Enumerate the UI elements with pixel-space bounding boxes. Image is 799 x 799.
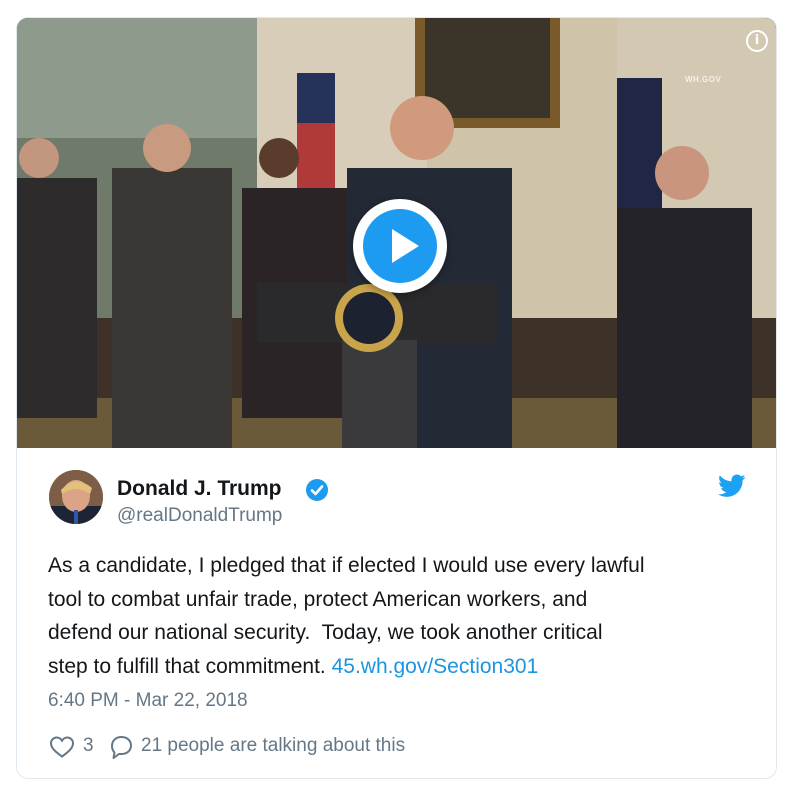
video-thumbnail[interactable]: WH.GOV i	[17, 18, 776, 448]
embedded-tweet-card[interactable]: WH.GOV i Donald J. Trump @realDonaldTrum…	[16, 17, 777, 779]
twitter-bird-icon[interactable]	[718, 474, 746, 498]
verified-badge-icon	[306, 479, 328, 501]
tweet-timestamp[interactable]: 6:40 PM - Mar 22, 2018	[48, 690, 248, 712]
author-name[interactable]: Donald J. Trump	[117, 477, 282, 501]
play-triangle	[392, 229, 419, 263]
heart-icon[interactable]	[49, 735, 75, 759]
avatar-image	[49, 470, 103, 524]
reply-bubble-icon[interactable]	[108, 734, 134, 760]
avatar[interactable]	[49, 470, 103, 524]
play-icon	[363, 209, 437, 283]
watermark-text: WH.GOV	[685, 75, 722, 84]
tweet-link[interactable]: 45.wh.gov/Section301	[332, 655, 539, 678]
play-button[interactable]	[353, 199, 447, 293]
info-icon[interactable]: i	[746, 30, 768, 52]
author-handle[interactable]: @realDonaldTrump	[117, 505, 282, 527]
talking-about-link[interactable]: 21 people are talking about this	[141, 735, 405, 757]
like-count[interactable]: 3	[83, 735, 94, 757]
tweet-text: As a candidate, I pledged that if electe…	[48, 549, 748, 683]
